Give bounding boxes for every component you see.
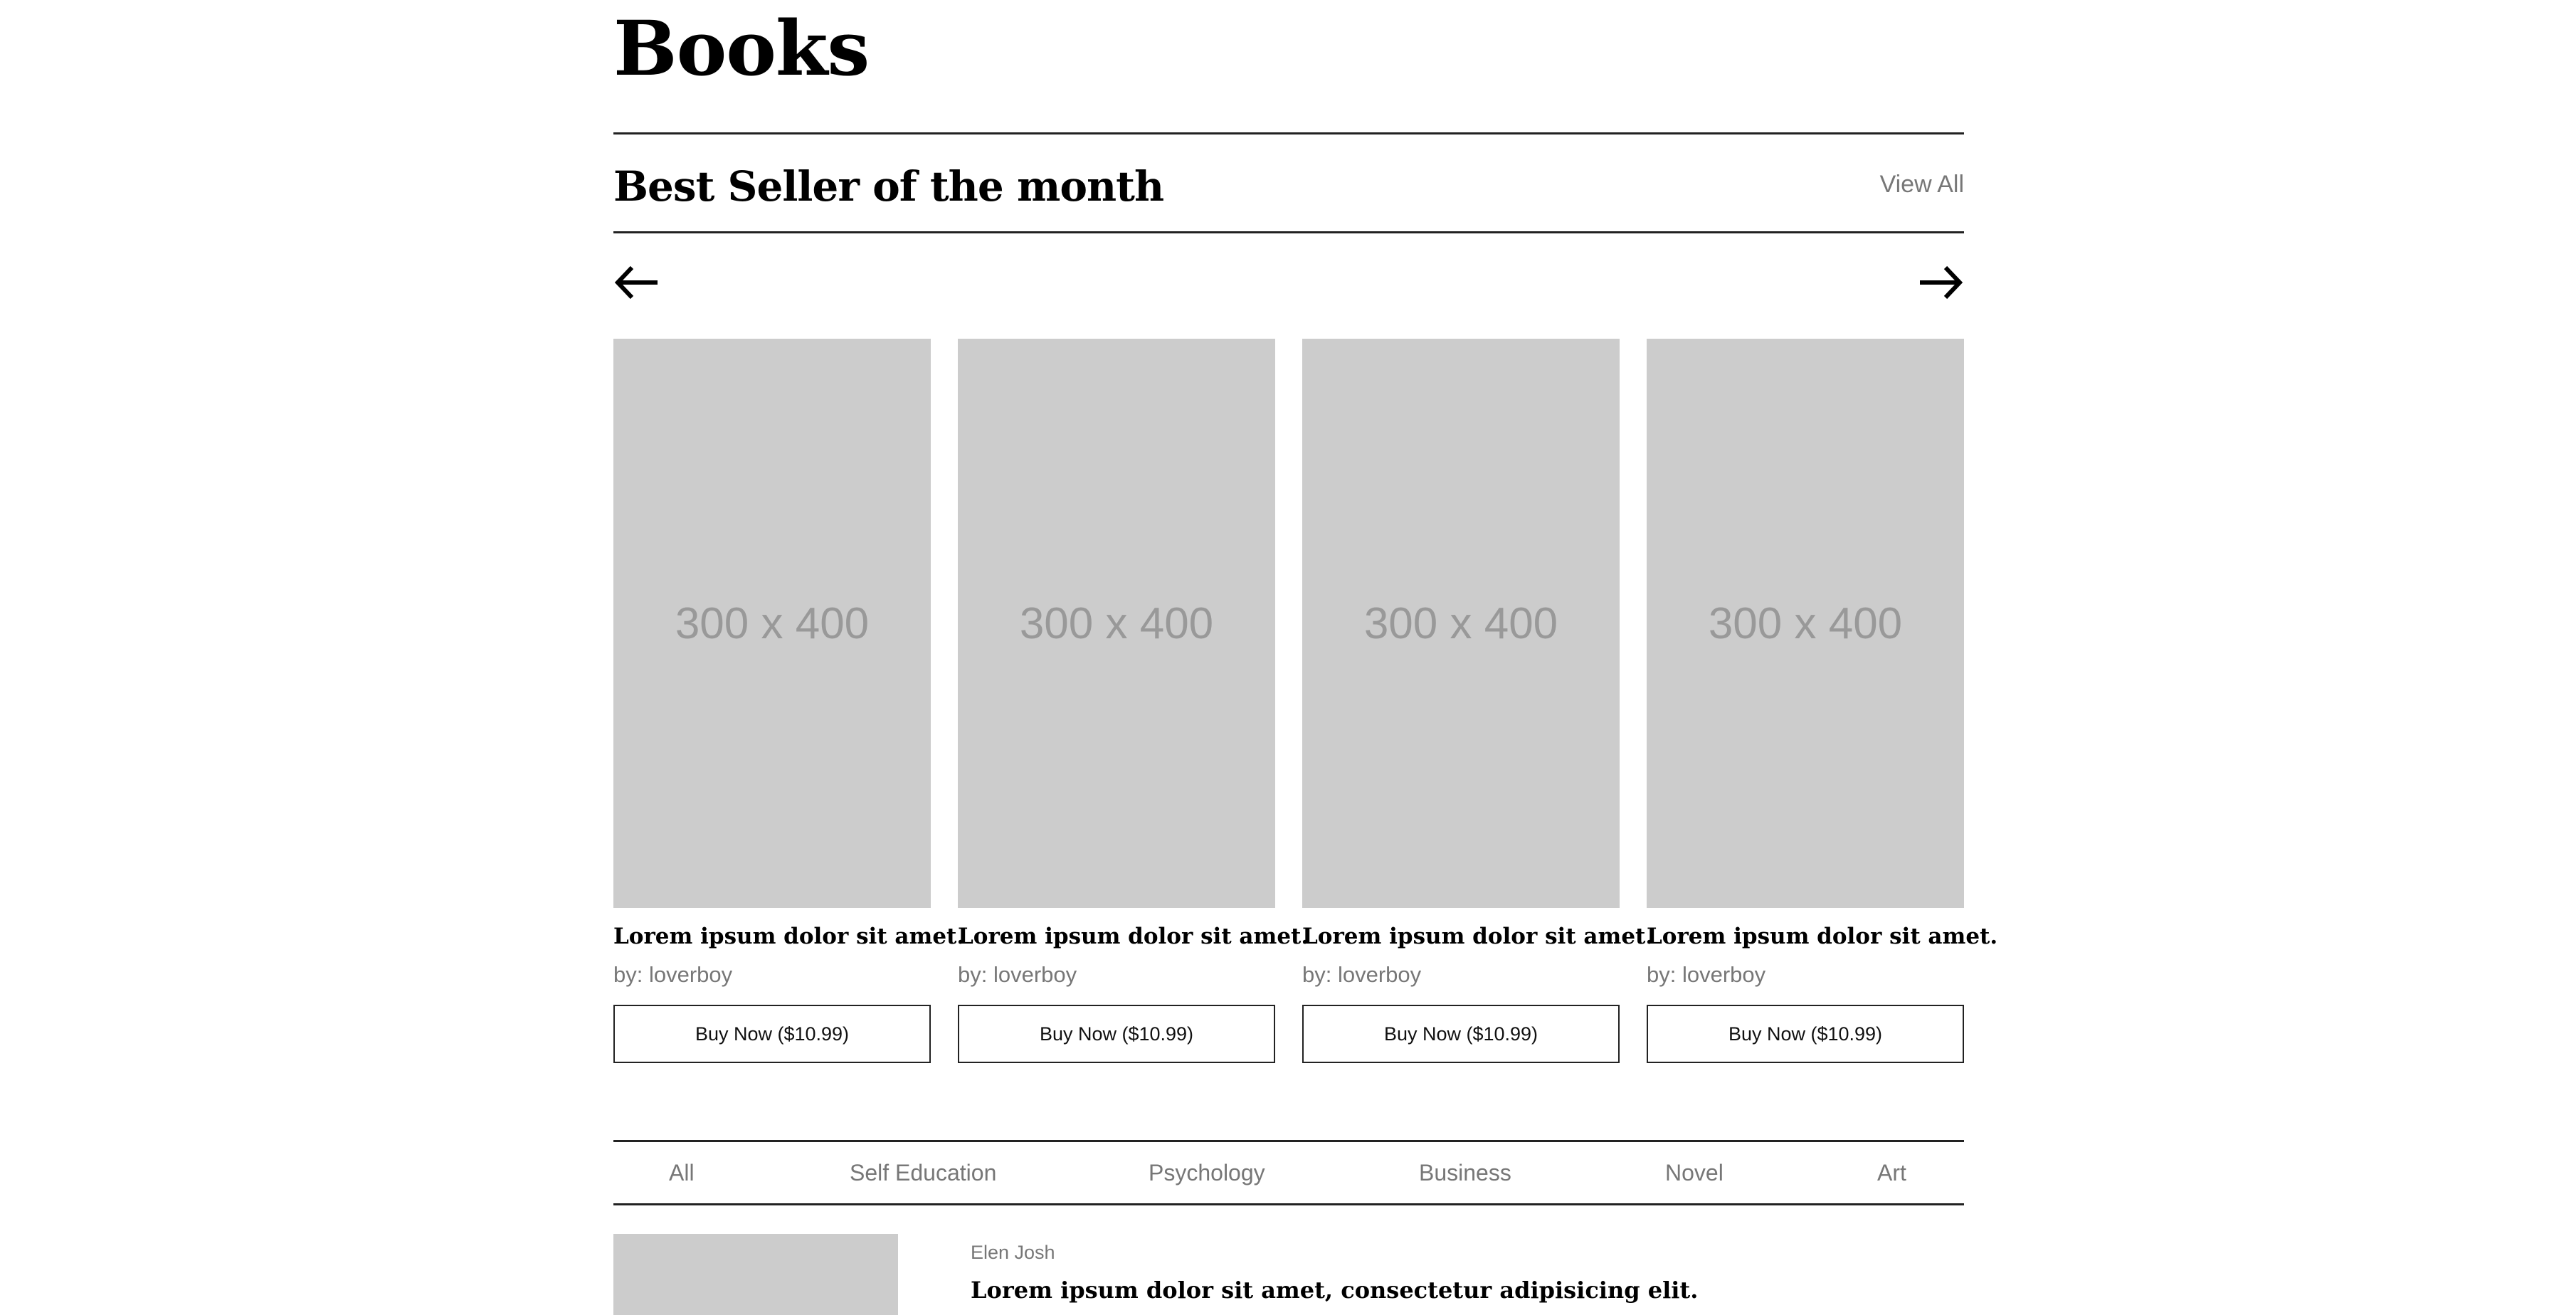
book-author: by: loverboy (1647, 962, 1766, 987)
tab-all[interactable]: All (669, 1142, 695, 1203)
book-title[interactable]: Lorem ipsum dolor sit amet. (1647, 919, 1997, 954)
list-item-author: Elen Josh (971, 1242, 1055, 1263)
section-divider (613, 231, 1964, 233)
header-divider (613, 132, 1964, 134)
arrow-right-icon (1920, 265, 1963, 300)
book-card: 300 x 400 Lorem ipsum dolor sit amet. by… (1302, 339, 1653, 1063)
book-cover-placeholder[interactable]: 300 x 400 (613, 339, 931, 908)
category-tabs: All Self Education Psychology Business N… (613, 1140, 1964, 1205)
tab-business[interactable]: Business (1419, 1142, 1511, 1203)
book-title[interactable]: Lorem ipsum dolor sit amet. (613, 919, 964, 954)
buy-now-button[interactable]: Buy Now ($10.99) (1647, 1005, 1964, 1063)
book-author: by: loverboy (1302, 962, 1422, 987)
buy-now-button[interactable]: Buy Now ($10.99) (613, 1005, 931, 1063)
page-container: Books Best Seller of the month View All … (613, 0, 1997, 1315)
bestseller-section-title: Best Seller of the month (613, 162, 1164, 211)
list-item-title[interactable]: Lorem ipsum dolor sit amet, consectetur … (971, 1272, 1698, 1308)
tab-art[interactable]: Art (1877, 1142, 1906, 1203)
book-cover-placeholder[interactable]: 300 x 400 (1302, 339, 1620, 908)
book-author: by: loverboy (958, 962, 1077, 987)
site-title: Books (613, 4, 870, 93)
book-card: 300 x 400 Lorem ipsum dolor sit amet. by… (613, 339, 964, 1063)
buy-now-button[interactable]: Buy Now ($10.99) (958, 1005, 1275, 1063)
book-author: by: loverboy (613, 962, 733, 987)
tab-novel[interactable]: Novel (1665, 1142, 1724, 1203)
tab-psychology[interactable]: Psychology (1149, 1142, 1265, 1203)
book-cover-placeholder[interactable]: 300 x 400 (958, 339, 1275, 908)
view-all-link[interactable]: View All (1880, 167, 1964, 202)
arrow-left-icon (614, 265, 658, 300)
book-card: 300 x 400 Lorem ipsum dolor sit amet. by… (958, 339, 1309, 1063)
carousel-prev-button[interactable] (613, 263, 659, 302)
book-cover-placeholder[interactable]: 300 x 400 (1647, 339, 1964, 908)
carousel-next-button[interactable] (1918, 263, 1964, 302)
book-title[interactable]: Lorem ipsum dolor sit amet. (1302, 919, 1653, 954)
tab-self-education[interactable]: Self Education (850, 1142, 996, 1203)
book-title[interactable]: Lorem ipsum dolor sit amet. (958, 919, 1309, 954)
book-card: 300 x 400 Lorem ipsum dolor sit amet. by… (1647, 339, 1997, 1063)
buy-now-button[interactable]: Buy Now ($10.99) (1302, 1005, 1620, 1063)
list-item-thumbnail[interactable] (613, 1234, 898, 1315)
